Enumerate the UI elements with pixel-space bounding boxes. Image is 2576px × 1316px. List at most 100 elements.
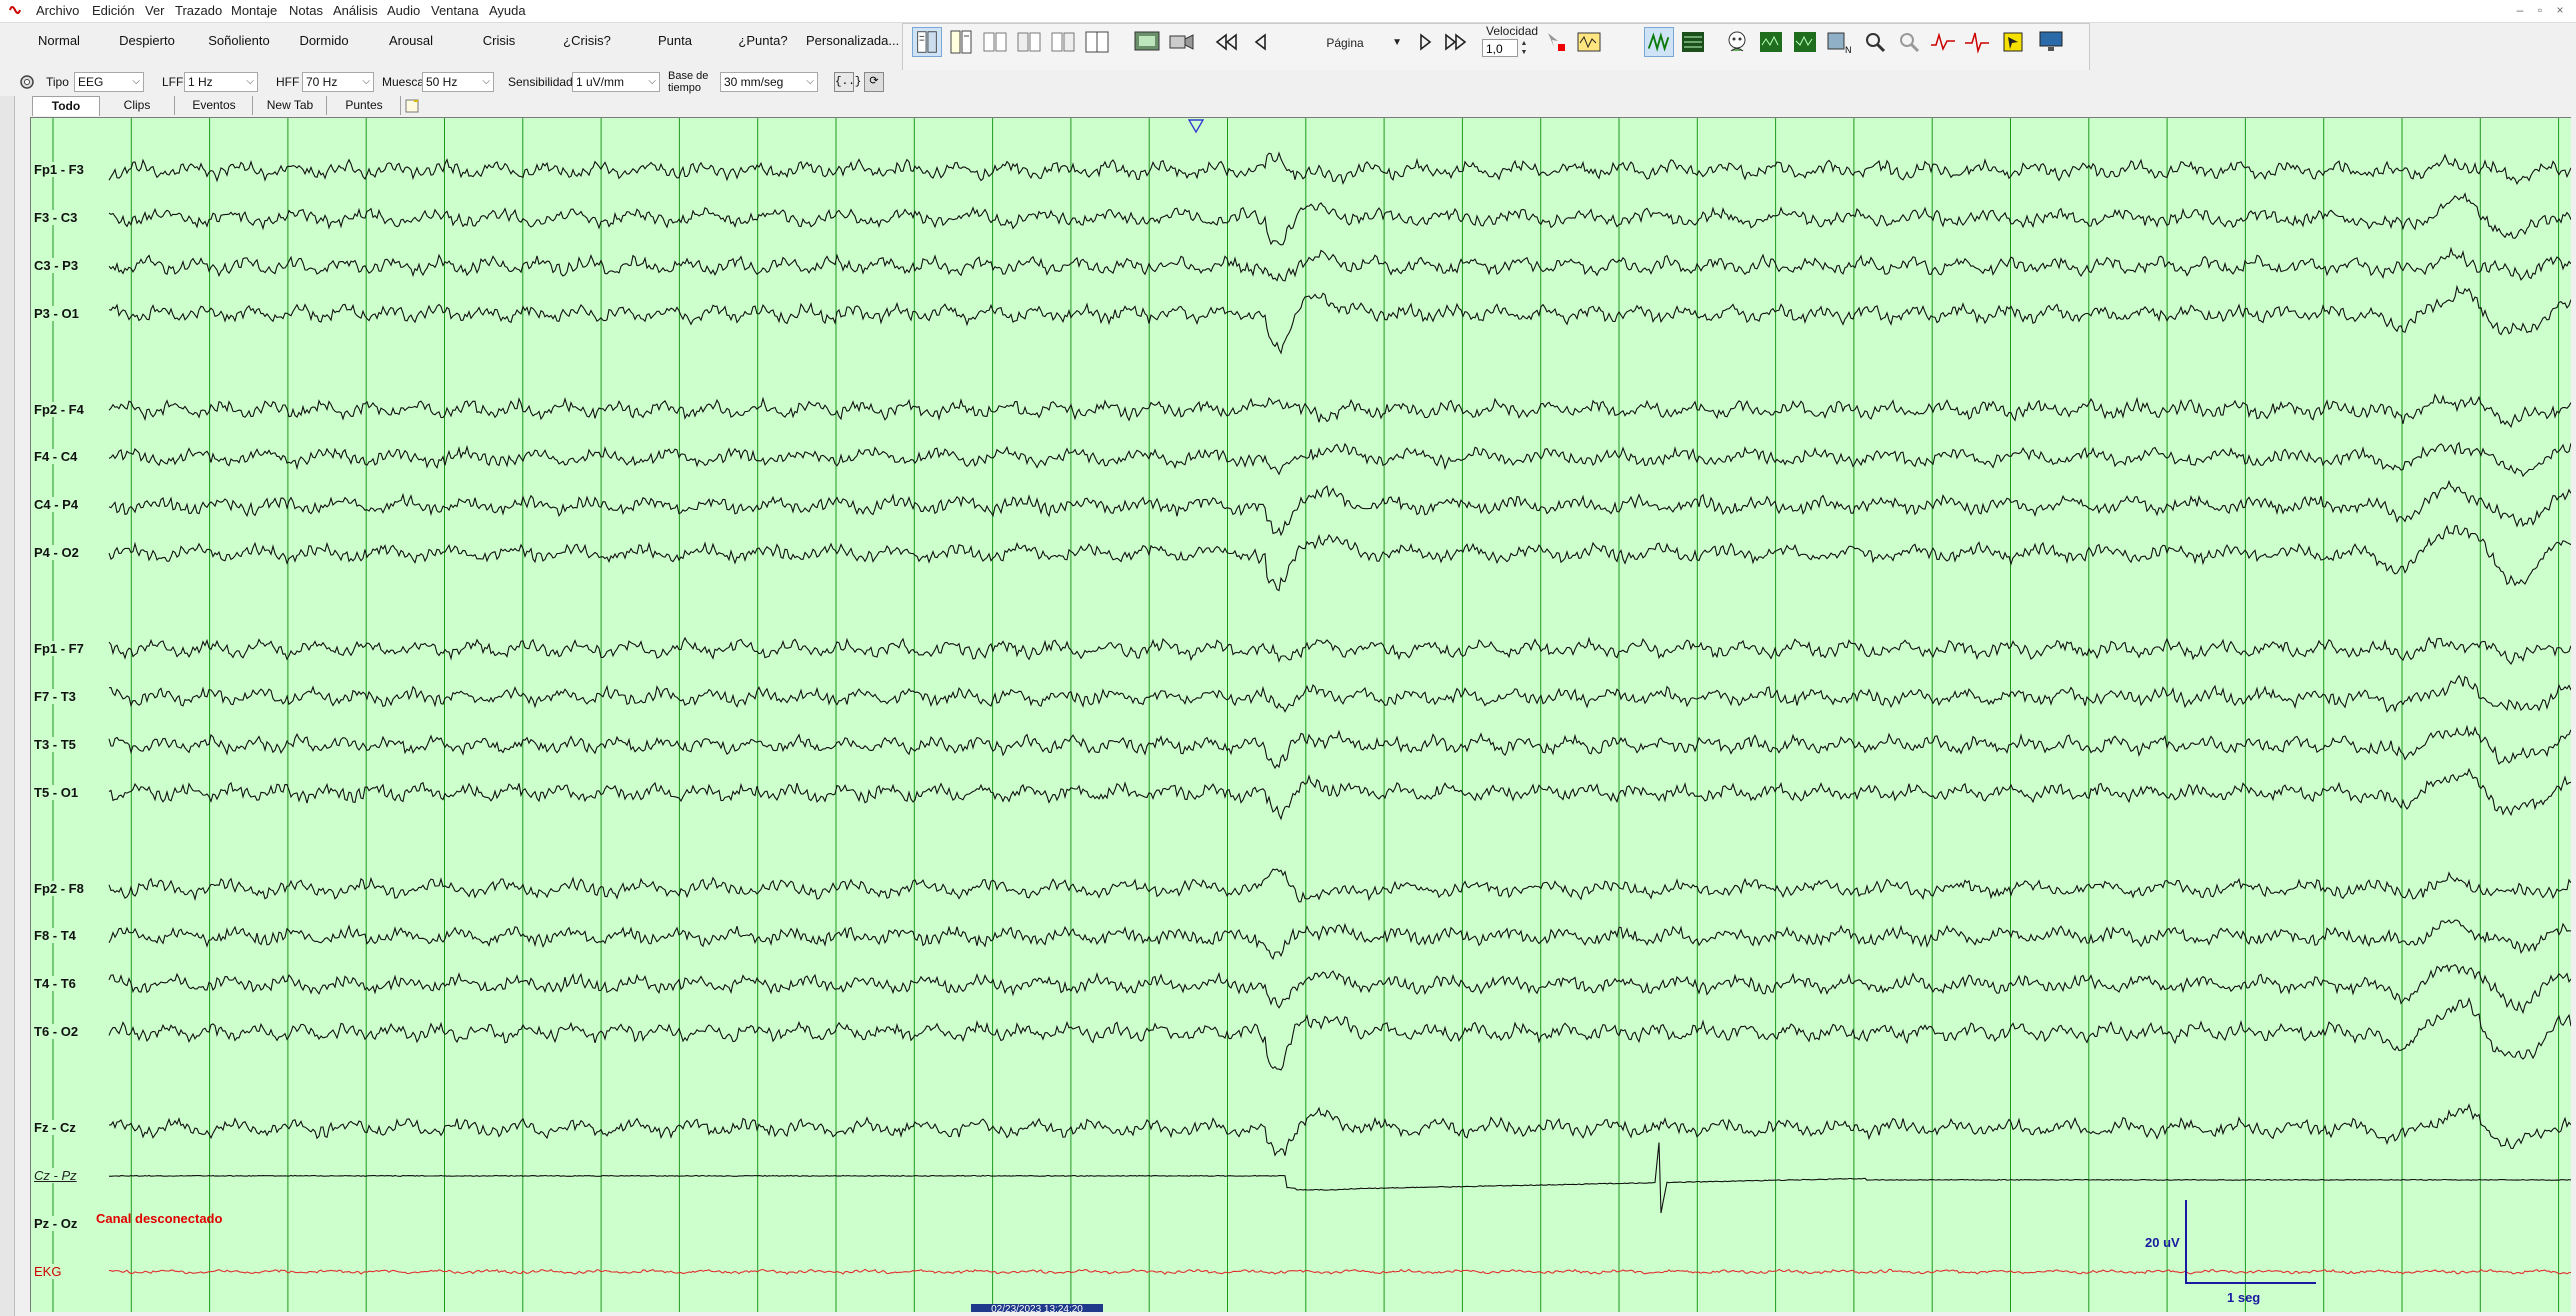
- menu-bar: Archivo Edición Ver Trazado Montaje Nota…: [0, 0, 2576, 23]
- sensibilidad-select[interactable]: 1 uV/mm ⌵: [572, 72, 660, 92]
- muesca-label: Muesca: [382, 75, 425, 89]
- video-camera-icon[interactable]: [1166, 27, 1196, 57]
- channel-label[interactable]: Fp2 - F8: [34, 880, 86, 896]
- tab-new-tab[interactable]: New Tab: [254, 96, 327, 115]
- refresh-button[interactable]: ⟳: [864, 72, 884, 92]
- channel-label[interactable]: C3 - P3: [34, 257, 81, 273]
- event-marker-icon[interactable]: [1187, 119, 1205, 134]
- tab-puntes[interactable]: Puntes: [328, 96, 401, 115]
- layout-view-2-icon[interactable]: [946, 27, 976, 57]
- spike-detect-icon[interactable]: [1644, 27, 1674, 57]
- eeg-channel-trace: [108, 479, 2571, 537]
- eeg-trace-panel[interactable]: Fp1 - F3 F3 - C3 C3 - P3 P3 - O1 Fp2 - F4 F4 …: [30, 117, 2571, 1312]
- layout-view-4-icon[interactable]: [1014, 27, 1044, 57]
- lff-select[interactable]: 1 Hz ⌵: [184, 72, 258, 92]
- fast-forward-icon[interactable]: [1440, 27, 1470, 57]
- channel-label[interactable]: P3 - O1: [34, 305, 81, 321]
- tab-clips[interactable]: Clips: [100, 96, 175, 115]
- channel-label[interactable]: F8 - T4: [34, 928, 78, 944]
- time-scale-label: 1 seg: [2227, 1290, 2261, 1305]
- channel-label[interactable]: EKG: [34, 1263, 64, 1279]
- settings-n-icon[interactable]: N: [1824, 27, 1854, 57]
- menu-ventana[interactable]: Ventana: [431, 3, 479, 18]
- channel-label[interactable]: Fp1 - F3: [34, 162, 86, 177]
- channel-label[interactable]: Pz - Oz: [34, 1215, 80, 1231]
- tipo-select[interactable]: EEG ⌵: [74, 72, 144, 92]
- menu-trazado[interactable]: Trazado: [175, 3, 222, 18]
- menu-ver[interactable]: Ver: [145, 3, 165, 18]
- menu-archivo[interactable]: Archivo: [36, 3, 79, 18]
- event-marker-icon[interactable]: [1574, 27, 1604, 57]
- channel-label[interactable]: Fz - Cz: [34, 1120, 78, 1135]
- tab-todo[interactable]: Todo: [32, 96, 100, 116]
- channel-label[interactable]: T5 - O1: [34, 784, 81, 800]
- monitor-icon[interactable]: [2036, 27, 2066, 57]
- velocity-input[interactable]: 1,0: [1482, 39, 1518, 57]
- eeg-waveforms: [52, 118, 2571, 1312]
- channel-label[interactable]: P4 - O2: [34, 545, 81, 561]
- channel-label[interactable]: T4 - T6: [34, 976, 78, 992]
- marker-yellow-icon[interactable]: [1998, 27, 2028, 57]
- channel-label[interactable]: C4 - P4: [34, 497, 81, 513]
- spike-wave-icon[interactable]: [1962, 27, 1992, 57]
- layout-view-1-icon[interactable]: [912, 27, 942, 57]
- hff-select[interactable]: 70 Hz ⌵: [302, 72, 374, 92]
- channel-label[interactable]: T3 - T5: [34, 736, 78, 752]
- zoom-in-icon[interactable]: [1860, 27, 1890, 57]
- state-punta-button[interactable]: Punta: [636, 28, 714, 54]
- velocity-spinner[interactable]: ▲ ▼: [1518, 39, 1530, 57]
- page-mode-select[interactable]: Página ▼: [1284, 32, 1406, 54]
- restore-button[interactable]: ▫: [2532, 2, 2548, 18]
- channel-label[interactable]: F3 - C3: [34, 209, 80, 225]
- base-tiempo-label-2: tiempo: [668, 82, 702, 94]
- channels-icon[interactable]: [1678, 27, 1708, 57]
- layout-view-3-icon[interactable]: [980, 27, 1010, 57]
- braces-button[interactable]: {..}: [834, 72, 861, 92]
- menu-montaje[interactable]: Montaje: [231, 3, 277, 18]
- eeg-channel-trace: [108, 192, 2571, 246]
- report-1-icon[interactable]: [1756, 27, 1786, 57]
- layout-view-5-icon[interactable]: [1048, 27, 1078, 57]
- chevron-down-icon: ⌵: [806, 76, 814, 87]
- close-button[interactable]: ×: [2552, 2, 2568, 18]
- menu-audio[interactable]: Audio: [387, 3, 420, 18]
- channel-label[interactable]: F7 - T3: [34, 688, 78, 704]
- menu-ayuda[interactable]: Ayuda: [489, 3, 526, 18]
- state-despierto-button[interactable]: Despierto: [108, 28, 186, 54]
- zoom-out-icon[interactable]: [1894, 27, 1924, 57]
- menu-analisis[interactable]: Análisis: [333, 3, 378, 18]
- state-personalizada-button[interactable]: Personalizada...: [806, 28, 899, 54]
- state-sonoliento-button[interactable]: Soñoliento: [196, 28, 282, 54]
- gear-icon[interactable]: [18, 73, 36, 91]
- tab-eventos[interactable]: Eventos: [176, 96, 253, 115]
- state-arousal-button[interactable]: Arousal: [372, 28, 450, 54]
- patient-head-icon[interactable]: [1722, 27, 1752, 57]
- cursor-marker-icon[interactable]: [1540, 27, 1570, 57]
- previous-page-icon[interactable]: [1246, 27, 1276, 57]
- channel-label[interactable]: Fp1 - F7: [34, 641, 86, 656]
- base-tiempo-select[interactable]: 30 mm/seg ⌵: [720, 72, 818, 92]
- new-note-icon[interactable]: [404, 98, 420, 114]
- eeg-channel-trace: [108, 246, 2571, 282]
- channel-label[interactable]: Cz - Pz: [34, 1167, 79, 1183]
- next-page-icon[interactable]: [1410, 27, 1440, 57]
- state-normal-button[interactable]: Normal: [20, 28, 98, 54]
- minimize-button[interactable]: –: [2512, 2, 2528, 18]
- state-crisis-q-button[interactable]: ¿Crisis?: [548, 28, 626, 54]
- state-crisis-button[interactable]: Crisis: [460, 28, 538, 54]
- channel-label[interactable]: F4 - C4: [34, 449, 80, 465]
- montage-icon[interactable]: [1132, 27, 1162, 57]
- waveform-red-icon[interactable]: [1928, 27, 1958, 57]
- state-punta-q-button[interactable]: ¿Punta?: [724, 28, 802, 54]
- channel-label[interactable]: Fp2 - F4: [34, 401, 86, 417]
- layout-book-icon[interactable]: [1082, 27, 1112, 57]
- menu-edicion[interactable]: Edición: [92, 3, 135, 18]
- state-dormido-button[interactable]: Dormido: [285, 28, 363, 54]
- rewind-icon[interactable]: [1212, 27, 1242, 57]
- eeg-channel-trace: [108, 151, 2571, 186]
- channel-label[interactable]: T6 - O2: [34, 1024, 81, 1040]
- menu-notas[interactable]: Notas: [289, 3, 323, 18]
- report-2-icon[interactable]: [1790, 27, 1820, 57]
- muesca-select[interactable]: 50 Hz ⌵: [422, 72, 494, 92]
- sensibilidad-label: Sensibilidad: [508, 75, 573, 89]
